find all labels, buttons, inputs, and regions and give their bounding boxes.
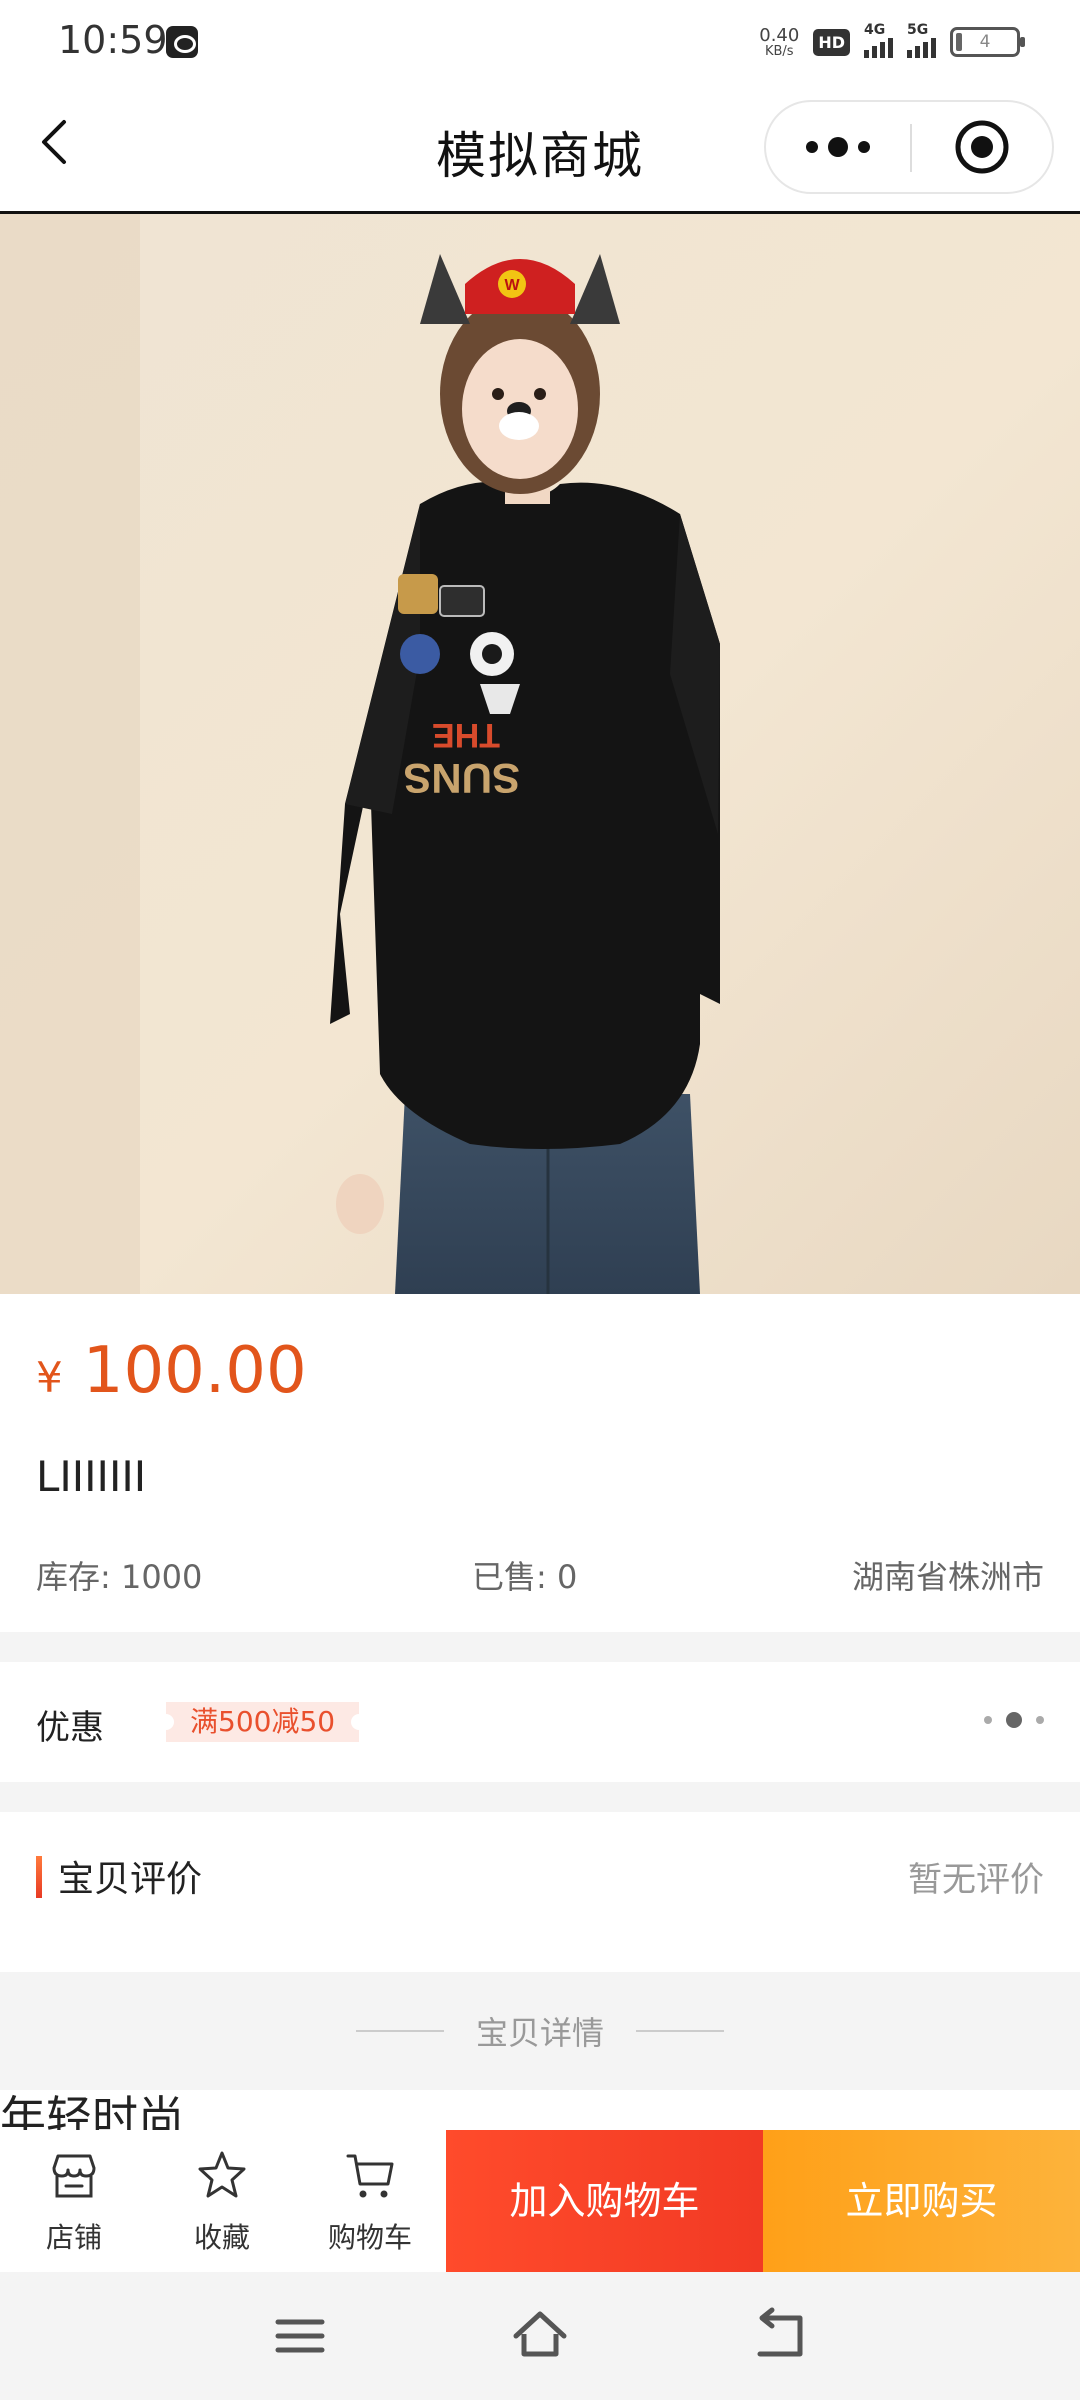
- shop-button[interactable]: 店铺: [0, 2130, 148, 2272]
- network-speed-unit: KB/s: [764, 43, 794, 59]
- favorite-button[interactable]: 收藏: [148, 2130, 296, 2272]
- more-button[interactable]: [766, 102, 910, 192]
- promo-row[interactable]: 优惠 满500减50: [0, 1662, 1080, 1782]
- signal-5g-icon: 5G: [907, 22, 936, 58]
- network-speed: 0.40 KB/s: [759, 24, 800, 59]
- product-image[interactable]: W THE SUNS: [0, 214, 1080, 1294]
- product-price: ¥ 100.00: [36, 1334, 307, 1408]
- back-nav-button[interactable]: [750, 2306, 810, 2366]
- product-name: LIIIIIII: [36, 1452, 147, 1501]
- favorite-label: 收藏: [193, 2221, 250, 2254]
- navigation-bar: 模拟商城: [0, 80, 1080, 214]
- review-title: 宝贝评价: [58, 1859, 203, 1900]
- status-indicators: 0.40 KB/s HD 4G 5G 4: [759, 22, 1025, 62]
- pager-dots: [984, 1712, 1044, 1728]
- product-detail-page: 10:59 0.40 KB/s HD 4G 5G 4 模拟商城 W THE SU…: [0, 0, 1080, 2400]
- hd-badge: HD: [813, 28, 850, 56]
- sold-label: 已售: 0: [472, 1558, 578, 1596]
- battery-icon: 4: [950, 27, 1025, 57]
- details-text: 年轻时尚: [0, 2091, 184, 2130]
- buy-now-button[interactable]: 立即购买: [763, 2130, 1080, 2272]
- add-to-cart-button[interactable]: 加入购物车: [446, 2130, 763, 2272]
- currency-symbol: ¥: [36, 1353, 63, 1402]
- bottom-action-bar: 店铺 收藏 购物车 加入购物车 立即购买: [0, 2130, 1080, 2272]
- mini-program-capsule: [764, 100, 1054, 194]
- cart-button[interactable]: 购物车: [296, 2130, 444, 2272]
- system-navigation-bar: [0, 2272, 1080, 2400]
- status-bar: 10:59 0.40 KB/s HD 4G 5G 4: [0, 0, 1080, 80]
- menu-button[interactable]: [270, 2306, 330, 2366]
- review-empty-text: 暂无评价: [908, 1860, 1044, 1900]
- target-close-icon: [955, 120, 1009, 174]
- cart-icon: [346, 2154, 394, 2198]
- product-info-card: ¥ 100.00 LIIIIIII 库存: 1000 已售: 0 湖南省株洲市: [0, 1294, 1080, 1632]
- home-icon: [513, 2311, 567, 2357]
- shop-icon: [52, 2154, 96, 2198]
- pager-dot: [1036, 1716, 1044, 1724]
- signal-5g-label: 5G: [907, 22, 929, 38]
- back-arrow-icon: [757, 2307, 803, 2357]
- star-icon: [198, 2151, 246, 2198]
- status-time: 10:59: [58, 18, 168, 62]
- more-dots-icon: [806, 137, 870, 157]
- signal-4g-label: 4G: [864, 22, 886, 38]
- pager-dot-active: [1006, 1712, 1022, 1728]
- pager-dot: [984, 1716, 992, 1724]
- section-accent-bar: [36, 1856, 42, 1898]
- svg-text:W: W: [504, 277, 520, 294]
- product-photo: W THE SUNS: [0, 214, 1080, 1294]
- details-body: 年轻时尚: [0, 2090, 1080, 2130]
- signal-4g-icon: 4G: [864, 22, 893, 58]
- review-section[interactable]: 宝贝评价 暂无评价: [0, 1812, 1080, 1972]
- details-title: 宝贝详情: [475, 2014, 604, 2052]
- price-value: 100.00: [82, 1334, 307, 1408]
- svg-text:THE: THE: [432, 716, 500, 754]
- close-mini-program-button[interactable]: [912, 102, 1052, 192]
- svg-text:SUNS: SUNS: [403, 755, 520, 802]
- shop-label: 店铺: [45, 2221, 102, 2254]
- location-label: 湖南省株洲市: [851, 1558, 1044, 1596]
- details-header: 宝贝详情: [0, 1972, 1080, 2090]
- network-speed-value: 0.40: [759, 24, 800, 46]
- menu-icon: [275, 2319, 325, 2353]
- divider-line: [636, 2030, 724, 2032]
- home-button[interactable]: [510, 2306, 570, 2366]
- coupon-tag[interactable]: 满500减50: [157, 1702, 368, 1742]
- stock-label: 库存: 1000: [36, 1558, 203, 1596]
- promo-label: 优惠: [36, 1708, 104, 1748]
- cart-label: 购物车: [327, 2221, 412, 2254]
- battery-level: 4: [979, 32, 991, 52]
- notification-icon: [166, 26, 198, 58]
